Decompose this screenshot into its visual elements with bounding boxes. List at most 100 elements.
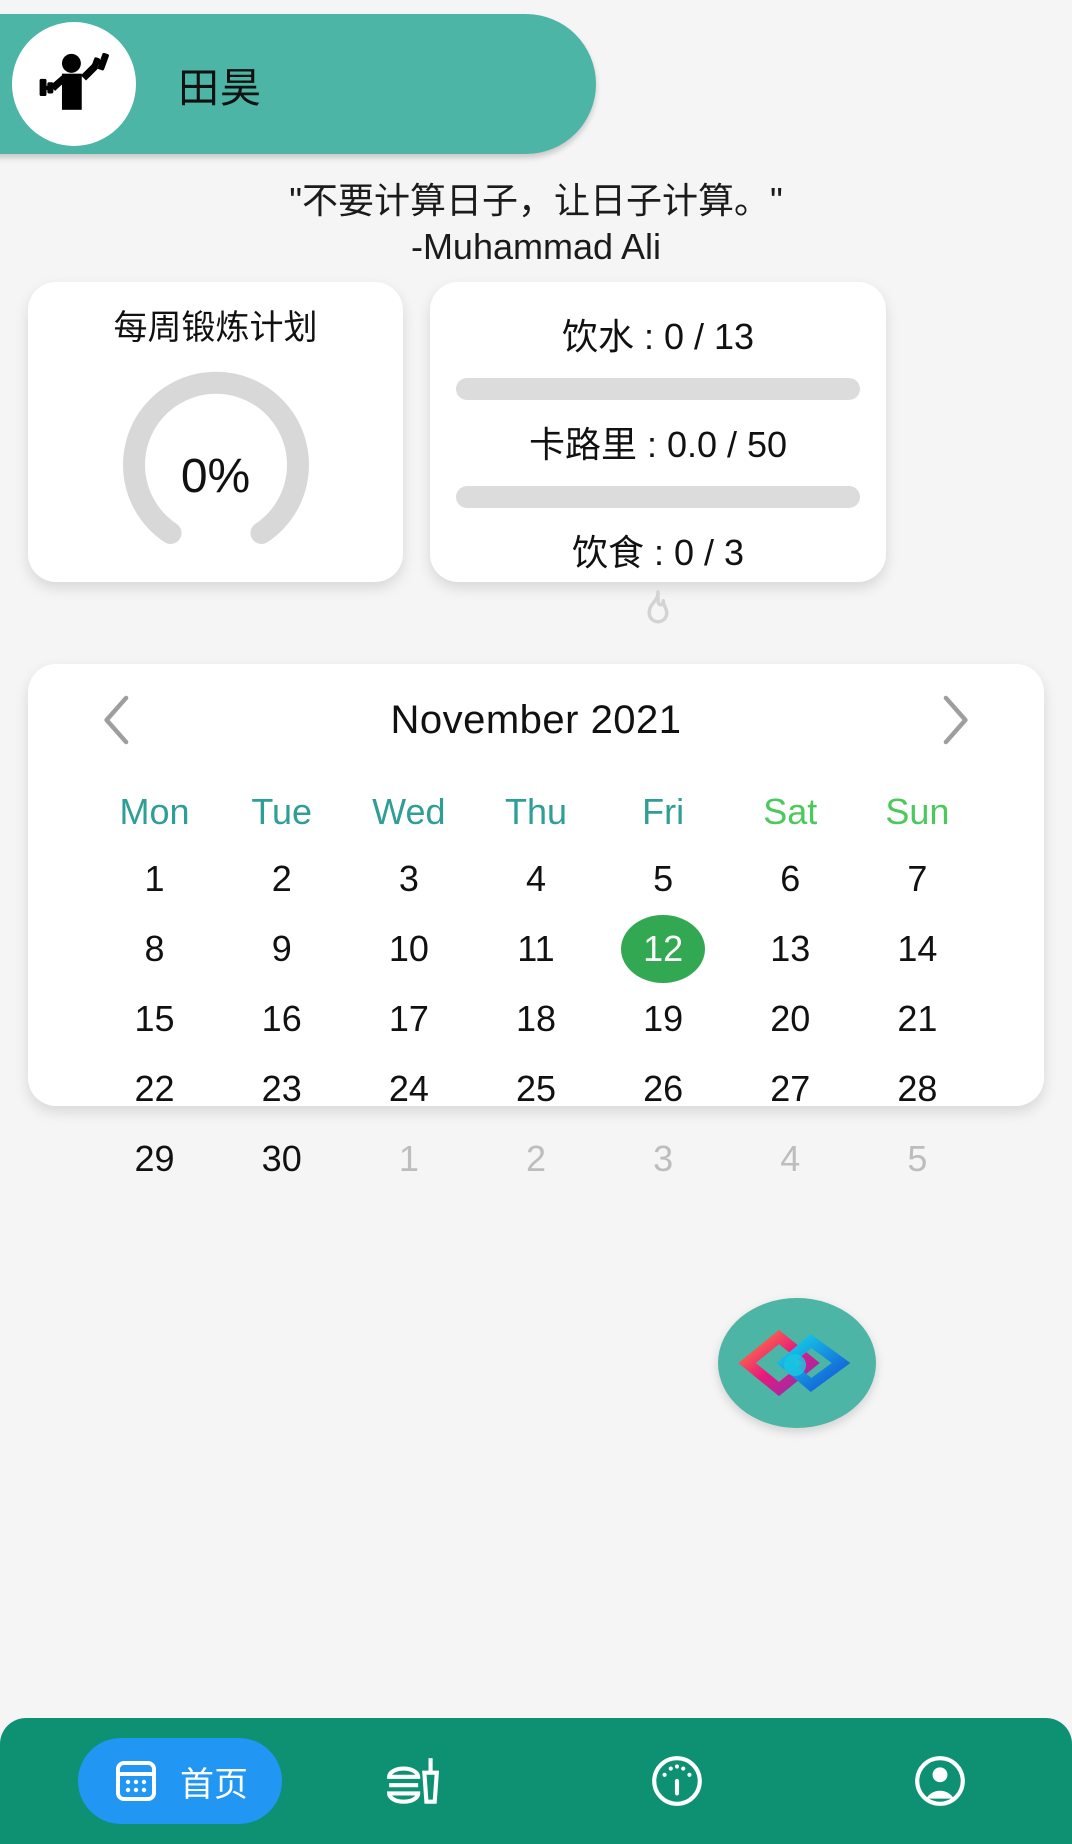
calendar-day-number: 21 <box>897 998 938 1039</box>
calendar-day-number: 12 <box>621 915 706 983</box>
profile-icon <box>915 1756 966 1806</box>
calendar-day[interactable]: 29 <box>91 1124 218 1194</box>
floating-action-button[interactable] <box>718 1298 876 1428</box>
calendar-day-number: 24 <box>388 1068 429 1109</box>
calendar-day[interactable]: 1 <box>91 844 218 914</box>
calendar-day[interactable]: 8 <box>91 914 218 984</box>
calendar-day[interactable]: 19 <box>600 984 727 1054</box>
calendar-day[interactable]: 22 <box>91 1054 218 1124</box>
user-name: 田昊 <box>178 65 262 111</box>
calendar-weekday-wed: Wed <box>372 791 446 832</box>
calendar-day[interactable]: 27 <box>727 1054 854 1124</box>
calendar-day-number: 15 <box>134 998 175 1039</box>
calendar-day-number: 4 <box>780 1138 801 1179</box>
water-progress-bar <box>456 378 860 400</box>
calendar-day-number: 30 <box>261 1138 302 1179</box>
calendar-day-number: 7 <box>907 858 928 899</box>
weekly-progress-percent: 0% <box>180 449 251 503</box>
calendar-prev-month-button[interactable] <box>100 694 134 746</box>
cards-row: 每周锻炼计划 0% 饮水 : 0 / 13 卡路里 : 0.0 / 50 饮食 … <box>0 282 1072 624</box>
calendar-day[interactable]: 17 <box>345 984 472 1054</box>
app-root: 田昊 "不要计算日子，让日子计算。" -Muhammad Ali 每周锻炼计划 … <box>0 0 1072 1844</box>
calendar-day[interactable]: 7 <box>854 844 981 914</box>
calendar-day[interactable]: 1 <box>345 1124 472 1194</box>
calendar-day-number: 3 <box>398 858 419 899</box>
calendar-day[interactable]: 9 <box>218 914 345 984</box>
calendar-day-number: 2 <box>525 1138 546 1179</box>
calendar-day[interactable]: 11 <box>472 914 599 984</box>
calendar-day[interactable]: 30 <box>218 1124 345 1194</box>
nav-item-profile[interactable] <box>809 1752 1072 1810</box>
calendar-day-number: 4 <box>525 858 546 899</box>
nav-item-home[interactable]: 首页 <box>78 1738 282 1824</box>
calendar-day[interactable]: 3 <box>600 1124 727 1194</box>
calendar-day-number: 3 <box>653 1138 674 1179</box>
chevron-right-icon <box>943 695 968 745</box>
calendar-day[interactable]: 5 <box>854 1124 981 1194</box>
header-bar: 田昊 <box>0 14 596 154</box>
motivational-quote: "不要计算日子，让日子计算。" -Muhammad Ali <box>0 178 1072 270</box>
chevron-left-icon <box>104 695 129 745</box>
nav-item-nutrition[interactable] <box>282 1752 545 1810</box>
calendar-day-number: 26 <box>643 1068 684 1109</box>
calendar-day-number: 19 <box>643 998 684 1039</box>
calendar-day[interactable]: 25 <box>472 1054 599 1124</box>
calendar-day-number: 28 <box>897 1068 938 1109</box>
calendar-day[interactable]: 5 <box>600 844 727 914</box>
calendar-day[interactable]: 4 <box>472 844 599 914</box>
calendar-day-number: 10 <box>388 928 429 969</box>
calendar-day[interactable]: 2 <box>218 844 345 914</box>
calendar-day-number: 1 <box>398 1138 419 1179</box>
calendar-header: November 2021 <box>28 664 1044 746</box>
calendar-day-number: 29 <box>134 1138 175 1179</box>
calendar-day[interactable]: 3 <box>345 844 472 914</box>
avatar[interactable] <box>12 22 136 146</box>
calendar-day-selected[interactable]: 12 <box>600 914 727 984</box>
weekly-plan-title: 每周锻炼计划 <box>113 309 318 347</box>
food-drink-icon <box>386 1758 439 1804</box>
calendar-day[interactable]: 20 <box>727 984 854 1054</box>
calendar-day-number: 16 <box>261 998 302 1039</box>
diet-stat: 饮食 : 0 / 3 <box>571 532 745 573</box>
calendar-day[interactable]: 2 <box>472 1124 599 1194</box>
calendar-day[interactable]: 24 <box>345 1054 472 1124</box>
weekly-progress-gauge: 0% <box>28 349 403 571</box>
calendar-day[interactable]: 28 <box>854 1054 981 1124</box>
calendar-day-number: 6 <box>780 858 801 899</box>
calendar-weekday-tue: Tue <box>251 791 313 832</box>
calendar-day[interactable]: 23 <box>218 1054 345 1124</box>
calendar-day[interactable]: 21 <box>854 984 981 1054</box>
calendar-day-number: 11 <box>517 928 555 969</box>
calendar-day-number: 1 <box>144 858 165 899</box>
calendar-day[interactable]: 15 <box>91 984 218 1054</box>
calendar-weekday-fri: Fri <box>642 791 685 832</box>
calendar-day-number: 17 <box>388 998 429 1039</box>
calendar-card[interactable]: November 2021 Mon Tue Wed Thu Fri Sat Sun 1 2 3 4 5… <box>28 664 1044 1179</box>
calendar-day-number: 27 <box>770 1068 811 1109</box>
calendar-day[interactable]: 26 <box>600 1054 727 1124</box>
calendar-month-label: November 2021 <box>390 697 682 742</box>
daily-stats-card[interactable]: 饮水 : 0 / 13 卡路里 : 0.0 / 50 饮食 : 0 / 3 <box>430 282 886 624</box>
calendar-day[interactable]: 14 <box>854 914 981 984</box>
nav-item-activity[interactable] <box>545 1752 808 1810</box>
calendar-day[interactable]: 4 <box>727 1124 854 1194</box>
calendar-day[interactable]: 13 <box>727 914 854 984</box>
calendar-day-number: 9 <box>271 928 292 969</box>
calendar-day-number: 5 <box>907 1138 928 1179</box>
calendar-weekday-sun: Sun <box>885 791 950 832</box>
weightlifter-icon <box>39 52 109 110</box>
calendar-day[interactable]: 6 <box>727 844 854 914</box>
calendar-day[interactable]: 18 <box>472 984 599 1054</box>
calendar-day[interactable]: 16 <box>218 984 345 1054</box>
weekly-plan-card[interactable]: 每周锻炼计划 0% <box>28 282 403 582</box>
calendar-weekday-thu: Thu <box>504 791 568 832</box>
calendar-day-number: 8 <box>144 928 165 969</box>
calendar-next-month-button[interactable] <box>938 694 972 746</box>
calories-stat: 卡路里 : 0.0 / 50 <box>528 424 788 465</box>
flame-icon-wrap <box>430 590 886 636</box>
bottom-navigation-bar: 首页 <box>0 1718 1072 1844</box>
calendar-day[interactable]: 10 <box>345 914 472 984</box>
calendar-day-number: 13 <box>770 928 811 969</box>
calendar-day-number: 23 <box>261 1068 302 1109</box>
calendar-weekday-sat: Sat <box>763 791 818 832</box>
